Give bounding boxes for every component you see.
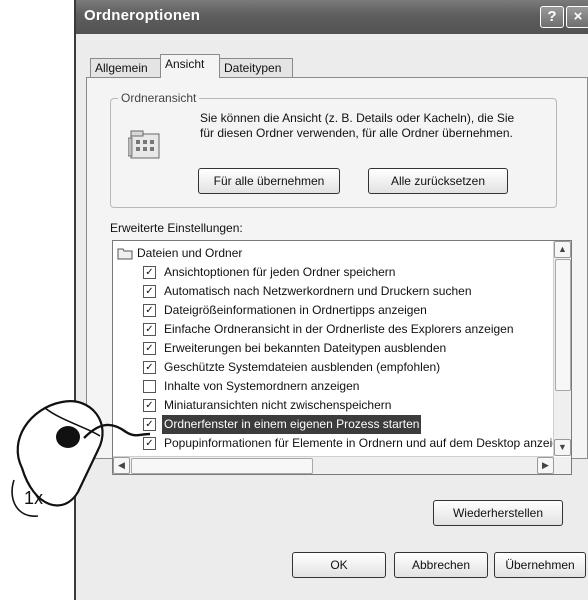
advanced-settings-label: Erweiterte Einstellungen: — [110, 221, 243, 235]
list-item-label: Ansichtoptionen für jeden Ordner speiche… — [164, 265, 396, 279]
title-bar[interactable]: Ordneroptionen ? × — [76, 0, 588, 34]
checkbox[interactable]: ✓ — [143, 304, 156, 317]
list-item-label: Dateigrößeinformationen in Ordnertipps a… — [164, 303, 427, 317]
list-item-label: Inhalte von Systemordnern anzeigen — [164, 379, 360, 393]
checkbox[interactable]: ✓ — [143, 285, 156, 298]
vertical-scroll-thumb[interactable] — [555, 259, 571, 391]
folder-view-icon — [128, 130, 160, 159]
list-item-label: Automatisch nach Netzwerkordnern und Dru… — [164, 284, 472, 298]
restore-defaults-button[interactable]: Wiederherstellen — [433, 500, 563, 526]
folder-view-group-label: Ordneransicht — [118, 91, 200, 105]
folder-icon — [117, 248, 133, 260]
tree-root-label: Dateien und Ordner — [137, 246, 243, 260]
checkbox[interactable]: ✓ — [143, 342, 156, 355]
scroll-right-icon[interactable]: ▶ — [537, 457, 554, 474]
dialog-title: Ordneroptionen — [84, 7, 201, 24]
vertical-scrollbar[interactable]: ▲ ▼ — [553, 241, 571, 456]
tab-allgemein[interactable]: Allgemein — [90, 58, 162, 78]
tab-dateitypen[interactable]: Dateitypen — [219, 58, 293, 78]
list-item-label: Erweiterungen bei bekannten Dateitypen a… — [164, 341, 447, 355]
help-button[interactable]: ? — [540, 6, 564, 28]
ok-button[interactable]: OK — [292, 552, 386, 578]
scroll-down-icon[interactable]: ▼ — [554, 439, 571, 456]
scrollbar-corner — [554, 457, 571, 474]
checkbox[interactable]: ✓ — [143, 323, 156, 336]
tab-ansicht[interactable]: Ansicht — [160, 54, 220, 78]
advanced-settings-list[interactable]: Dateien und Ordner ✓ Ansichtoptionen für… — [112, 240, 572, 475]
list-item-label: Einfache Ordneransicht in der Ordnerlist… — [164, 322, 514, 336]
cancel-button[interactable]: Abbrechen — [394, 552, 488, 578]
mouse-click-annotation: 1x — [11, 400, 151, 517]
folder-view-description: Sie können die Ansicht (z. B. Details od… — [200, 111, 515, 140]
scroll-up-icon[interactable]: ▲ — [554, 241, 571, 258]
list-item-label: Miniaturansichten nicht zwischenspeicher… — [164, 398, 392, 412]
list-item-label: Geschützte Systemdateien ausblenden (emp… — [164, 360, 441, 374]
list-item-label: Popupinformationen für Elemente in Ordne… — [164, 436, 572, 450]
checkbox[interactable]: ✓ — [143, 361, 156, 374]
close-button[interactable]: × — [566, 6, 588, 28]
list-item-label: Ordnerfenster in einem eigenen Prozess s… — [162, 415, 422, 434]
apply-to-all-folders-button[interactable]: Für alle übernehmen — [198, 168, 340, 194]
click-count-label: 1x — [24, 488, 43, 508]
reset-all-folders-button[interactable]: Alle zurücksetzen — [368, 168, 508, 194]
checkbox[interactable]: ✓ — [143, 266, 156, 279]
apply-button[interactable]: Übernehmen — [494, 552, 586, 578]
